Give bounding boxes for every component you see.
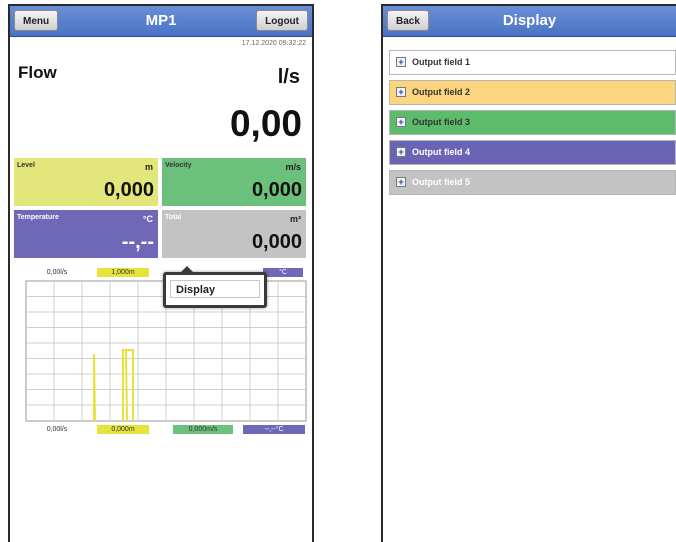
flow-label: Flow	[18, 63, 57, 82]
level-trace	[93, 353, 96, 422]
expand-plus-icon: +	[396, 57, 406, 67]
timestamp: 17.12.2020 09:32:22	[241, 40, 306, 47]
velocity-tile[interactable]: Velocity m/s 0,000	[162, 158, 306, 206]
output-field-2[interactable]: + Output field 2	[389, 80, 676, 105]
output-field-label: Output field 5	[412, 177, 470, 187]
page-title: Display	[502, 12, 557, 29]
tile-value: 0,000	[103, 179, 154, 201]
output-field-label: Output field 3	[412, 117, 470, 127]
expand-plus-icon: +	[396, 147, 406, 157]
tile-unit: m/s	[285, 162, 301, 172]
flow-unit: l/s	[277, 66, 300, 88]
header-bar: Menu MP1 Logout	[10, 6, 312, 37]
display-screen: Back Display + Output field 1 + Output f…	[381, 4, 676, 542]
tile-value: --,--	[121, 231, 154, 253]
chart-bottom-chip-velocity: 0,000m/s	[173, 425, 233, 434]
output-field-label: Output field 2	[412, 87, 470, 97]
total-tile[interactable]: Total m³ 0,000	[162, 210, 306, 258]
tile-value: 0,000	[251, 179, 302, 201]
display-popup: Display	[163, 266, 267, 308]
tile-unit: m³	[290, 214, 301, 224]
tile-label: Total	[165, 214, 182, 221]
expand-plus-icon: +	[396, 177, 406, 187]
tile-unit: m	[144, 162, 153, 172]
main-screen: Menu MP1 Logout 17.12.2020 09:32:22 Flow…	[8, 4, 314, 542]
tile-label: Temperature	[17, 214, 59, 221]
chart-bottom-chip-level: 0,000m	[97, 425, 149, 434]
display-menu-item[interactable]: Display	[170, 280, 260, 298]
flow-value: 0,00	[229, 103, 302, 144]
chart-bottom-chip-temp: --,--°C	[243, 425, 305, 434]
header-bar: Back Display	[383, 6, 676, 37]
tile-label: Velocity	[165, 162, 192, 169]
level-tile[interactable]: Level m 0,000	[14, 158, 158, 206]
temperature-tile[interactable]: Temperature °C --,--	[14, 210, 158, 258]
expand-plus-icon: +	[396, 117, 406, 127]
output-field-4[interactable]: + Output field 4	[389, 140, 676, 165]
chart-bottom-chip-flow: 0,00l/s	[46, 426, 68, 433]
expand-plus-icon: +	[396, 87, 406, 97]
level-trace	[125, 349, 128, 422]
logout-button[interactable]: Logout	[256, 10, 308, 31]
output-field-label: Output field 1	[412, 57, 470, 67]
output-field-3[interactable]: + Output field 3	[389, 110, 676, 135]
popup-pointer	[180, 266, 194, 273]
tile-label: Level	[17, 162, 35, 169]
tile-value: 0,000	[251, 231, 302, 253]
tile-unit: °C	[142, 214, 153, 224]
output-field-1[interactable]: + Output field 1	[389, 50, 676, 75]
output-field-5[interactable]: + Output field 5	[389, 170, 676, 195]
output-field-label: Output field 4	[412, 147, 470, 157]
